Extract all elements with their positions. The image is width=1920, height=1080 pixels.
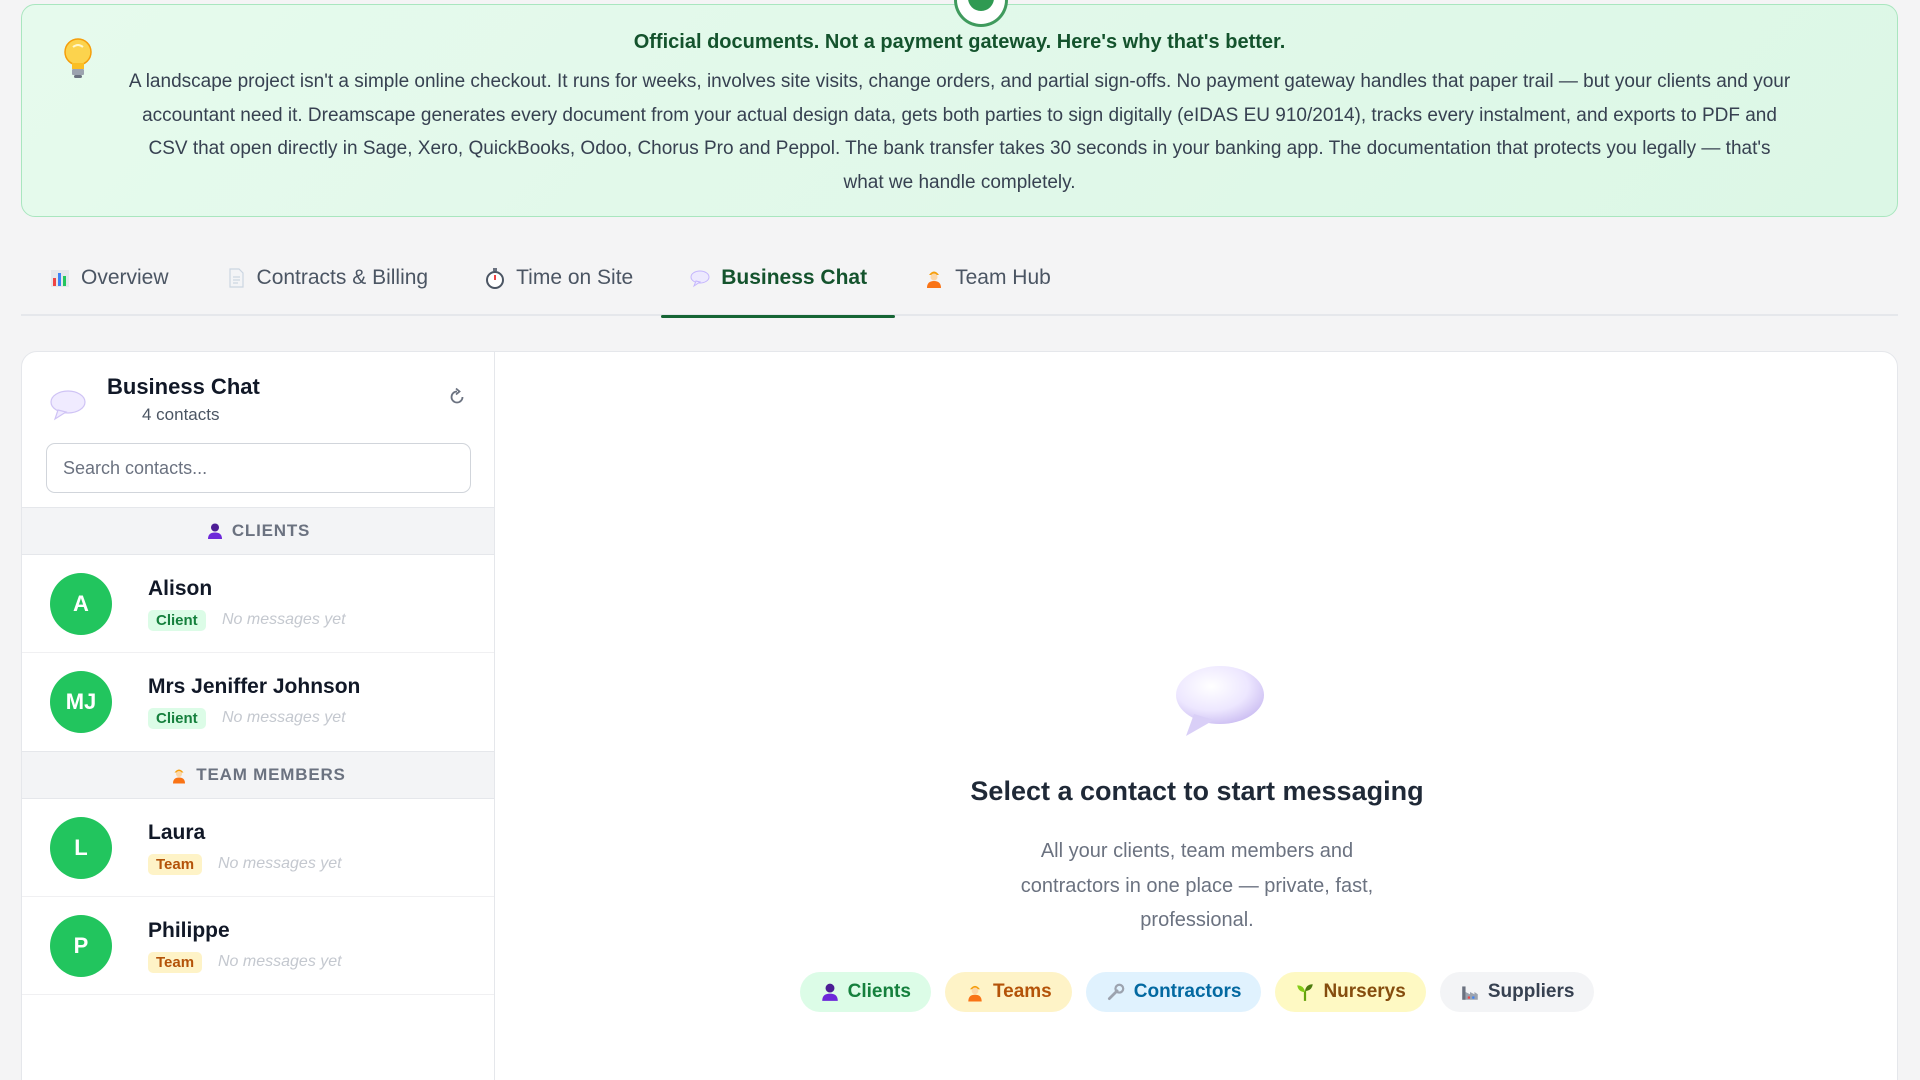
empty-state-title: Select a contact to start messaging bbox=[970, 776, 1424, 806]
worker-icon bbox=[927, 271, 942, 288]
empty-state-description: All your clients, team members and contr… bbox=[1020, 840, 1374, 931]
bar-chart-icon bbox=[51, 270, 69, 287]
chip-suppliers[interactable]: Suppliers bbox=[1439, 972, 1595, 1012]
message-preview: No messages yet bbox=[222, 709, 346, 726]
chip-contractors[interactable]: Contractors bbox=[1085, 972, 1262, 1012]
tab-label: Team Hub bbox=[955, 266, 1051, 289]
contact-name: Alison bbox=[148, 577, 213, 600]
group-label: CLIENTS bbox=[231, 521, 311, 540]
tab-overview[interactable]: Overview bbox=[21, 240, 197, 316]
seedling-icon bbox=[1297, 984, 1314, 1001]
tab-business-chat[interactable]: Business Chat bbox=[661, 240, 895, 318]
tab-label: Contracts & Billing bbox=[256, 266, 429, 289]
sidebar-header: Business Chat 4 contacts bbox=[22, 352, 494, 507]
refresh-icon bbox=[450, 387, 464, 404]
sidebar-title: Business Chat bbox=[107, 374, 260, 399]
contact-item[interactable]: P Philippe Team No messages yet bbox=[22, 897, 494, 995]
tab-contracts-billing[interactable]: Contracts & Billing bbox=[197, 240, 457, 316]
refresh-button[interactable] bbox=[442, 382, 472, 412]
speech-bubble-icon bbox=[50, 390, 86, 421]
info-banner: Official documents. Not a payment gatewa… bbox=[21, 0, 1898, 217]
tab-bar: Overview Contracts & Billing Time on Sit… bbox=[21, 240, 1898, 318]
chat-panel: Business Chat 4 contacts CLIENTS bbox=[21, 351, 1898, 1080]
empty-conversation-area: Select a contact to start messaging All … bbox=[495, 352, 1897, 1080]
person-icon bbox=[207, 523, 222, 539]
chip-label: Nurserys bbox=[1323, 981, 1406, 1002]
banner-body: A landscape project isn't a simple onlin… bbox=[128, 71, 1791, 193]
chip-clients[interactable]: Clients bbox=[799, 972, 931, 1012]
message-preview: No messages yet bbox=[218, 855, 342, 872]
avatar: A bbox=[50, 573, 112, 635]
contact-item[interactable]: L Laura Team No messages yet bbox=[22, 799, 494, 897]
role-badge: Client bbox=[148, 610, 206, 631]
message-preview: No messages yet bbox=[218, 953, 342, 970]
search-contacts-input[interactable] bbox=[46, 443, 471, 493]
avatar: L bbox=[50, 817, 112, 879]
chip-label: Clients bbox=[847, 981, 911, 1002]
chip-teams[interactable]: Teams bbox=[944, 972, 1072, 1012]
role-badge: Team bbox=[148, 952, 203, 973]
contact-name: Laura bbox=[148, 821, 206, 844]
page: Official documents. Not a payment gatewa… bbox=[0, 0, 1920, 1080]
chip-label: Teams bbox=[992, 981, 1052, 1002]
person-icon bbox=[821, 983, 838, 1001]
avatar: P bbox=[50, 915, 112, 977]
contact-name: Philippe bbox=[148, 919, 230, 942]
contact-type-chips: Clients Teams Contractors Nurserys Suppl… bbox=[495, 972, 1897, 1012]
message-preview: No messages yet bbox=[222, 611, 346, 628]
contacts-sidebar: Business Chat 4 contacts CLIENTS bbox=[22, 352, 495, 1080]
tab-time-on-site[interactable]: Time on Site bbox=[456, 240, 661, 316]
tab-team-hub[interactable]: Team Hub bbox=[895, 240, 1079, 316]
avatar: MJ bbox=[50, 671, 112, 733]
group-label: TEAM MEMBERS bbox=[196, 765, 346, 784]
tab-label: Overview bbox=[81, 266, 169, 289]
chip-label: Suppliers bbox=[1487, 981, 1575, 1002]
factory-icon bbox=[1462, 986, 1478, 1000]
contact-name: Mrs Jeniffer Johnson bbox=[148, 675, 361, 698]
banner-title: Official documents. Not a payment gatewa… bbox=[633, 31, 1286, 53]
role-badge: Team bbox=[148, 854, 203, 875]
contact-count: 4 contacts bbox=[142, 405, 220, 424]
contact-item[interactable]: MJ Mrs Jeniffer Johnson Client No messag… bbox=[22, 653, 494, 751]
chip-nurserys[interactable]: Nurserys bbox=[1275, 972, 1426, 1012]
stopwatch-icon bbox=[486, 268, 505, 289]
wrench-icon bbox=[1107, 983, 1125, 1001]
chip-label: Contractors bbox=[1133, 981, 1242, 1002]
tab-label: Time on Site bbox=[516, 266, 634, 289]
banner-status-dot bbox=[954, 0, 1008, 27]
document-icon bbox=[228, 268, 244, 288]
role-badge: Client bbox=[148, 708, 206, 729]
speech-bubble-icon bbox=[1176, 666, 1264, 736]
worker-icon bbox=[173, 769, 186, 784]
group-header-clients: CLIENTS bbox=[22, 507, 494, 555]
speech-bubble-icon bbox=[690, 270, 710, 288]
tab-label: Business Chat bbox=[721, 266, 868, 289]
group-header-team-members: TEAM MEMBERS bbox=[22, 751, 494, 799]
contact-item[interactable]: A Alison Client No messages yet bbox=[22, 555, 494, 653]
worker-icon bbox=[968, 985, 982, 1002]
